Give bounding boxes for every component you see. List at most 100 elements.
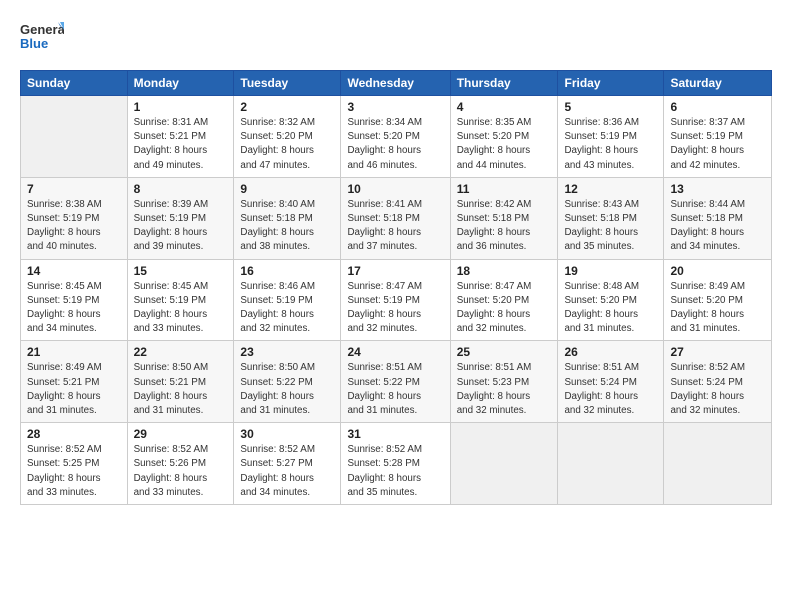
- svg-text:General: General: [20, 22, 64, 37]
- header-saturday: Saturday: [664, 71, 772, 96]
- calendar-week-5: 28Sunrise: 8:52 AM Sunset: 5:25 PM Dayli…: [21, 423, 772, 505]
- calendar-cell: 3 Sunrise: 8:34 AM Sunset: 5:20 PM Daylig…: [341, 96, 450, 178]
- calendar-cell: 20 Sunrise: 8:49 AM Sunset: 5:20 PM Dayli…: [664, 259, 772, 341]
- calendar-cell: 26Sunrise: 8:51 AM Sunset: 5:24 PM Dayli…: [558, 341, 664, 423]
- day-number: 31: [347, 427, 443, 441]
- day-info: Sunrise: 8:50 AM Sunset: 5:21 PM Dayligh…: [134, 361, 228, 418]
- calendar-cell: 11Sunrise: 8:42 AM Sunset: 5:18 PM Dayli…: [450, 177, 558, 259]
- day-info: Sunrise: 8:35 AM Sunset: 5:20 PM Dayligh…: [457, 116, 552, 173]
- day-info: Sunrise: 8:37 AM Sunset: 5:19 PM Dayligh…: [670, 116, 765, 173]
- header-sunday: Sunday: [21, 71, 128, 96]
- header-monday: Monday: [127, 71, 234, 96]
- calendar-week-1: 1Sunrise: 8:31 AM Sunset: 5:21 PM Daylig…: [21, 96, 772, 178]
- day-info: Sunrise: 8:42 AM Sunset: 5:18 PM Dayligh…: [457, 198, 552, 255]
- day-number: 4: [457, 100, 552, 114]
- day-info: Sunrise: 8:52 AM Sunset: 5:28 PM Dayligh…: [347, 443, 443, 500]
- calendar-cell: 27 Sunrise: 8:52 AM Sunset: 5:24 PM Dayli…: [664, 341, 772, 423]
- day-info: Sunrise: 8:32 AM Sunset: 5:20 PM Dayligh…: [240, 116, 334, 173]
- calendar-cell: 1Sunrise: 8:31 AM Sunset: 5:21 PM Daylig…: [127, 96, 234, 178]
- svg-text:Blue: Blue: [20, 36, 48, 51]
- day-number: 16: [240, 264, 334, 278]
- day-info: Sunrise: 8:47 AM Sunset: 5:19 PM Dayligh…: [347, 280, 443, 337]
- day-info: Sunrise: 8:31 AM Sunset: 5:21 PM Dayligh…: [134, 116, 228, 173]
- day-number: 20: [670, 264, 765, 278]
- day-number: 8: [134, 182, 228, 196]
- day-number: 29: [134, 427, 228, 441]
- day-info: Sunrise: 8:39 AM Sunset: 5:19 PM Dayligh…: [134, 198, 228, 255]
- calendar-cell: 14 Sunrise: 8:45 AM Sunset: 5:19 PM Dayli…: [21, 259, 128, 341]
- day-number: 10: [347, 182, 443, 196]
- calendar-cell: 24 Sunrise: 8:51 AM Sunset: 5:22 PM Dayli…: [341, 341, 450, 423]
- day-info: Sunrise: 8:34 AM Sunset: 5:20 PM Dayligh…: [347, 116, 443, 173]
- day-info: Sunrise: 8:36 AM Sunset: 5:19 PM Dayligh…: [564, 116, 657, 173]
- calendar-cell: 29 Sunrise: 8:52 AM Sunset: 5:26 PM Dayli…: [127, 423, 234, 505]
- calendar-cell: 15 Sunrise: 8:45 AM Sunset: 5:19 PM Dayli…: [127, 259, 234, 341]
- header-tuesday: Tuesday: [234, 71, 341, 96]
- day-number: 15: [134, 264, 228, 278]
- calendar-cell: 28Sunrise: 8:52 AM Sunset: 5:25 PM Dayli…: [21, 423, 128, 505]
- day-info: Sunrise: 8:41 AM Sunset: 5:18 PM Dayligh…: [347, 198, 443, 255]
- day-info: Sunrise: 8:52 AM Sunset: 5:25 PM Dayligh…: [27, 443, 121, 500]
- day-number: 24: [347, 345, 443, 359]
- day-number: 3: [347, 100, 443, 114]
- calendar-table: SundayMondayTuesdayWednesdayThursdayFrid…: [20, 70, 772, 505]
- calendar-cell: 17 Sunrise: 8:47 AM Sunset: 5:19 PM Dayli…: [341, 259, 450, 341]
- day-info: Sunrise: 8:52 AM Sunset: 5:24 PM Dayligh…: [670, 361, 765, 418]
- day-info: Sunrise: 8:49 AM Sunset: 5:21 PM Dayligh…: [27, 361, 121, 418]
- calendar-cell: 10 Sunrise: 8:41 AM Sunset: 5:18 PM Dayli…: [341, 177, 450, 259]
- day-number: 27: [670, 345, 765, 359]
- day-info: Sunrise: 8:48 AM Sunset: 5:20 PM Dayligh…: [564, 280, 657, 337]
- day-info: Sunrise: 8:40 AM Sunset: 5:18 PM Dayligh…: [240, 198, 334, 255]
- calendar-cell: 31 Sunrise: 8:52 AM Sunset: 5:28 PM Dayli…: [341, 423, 450, 505]
- calendar-cell: 16Sunrise: 8:46 AM Sunset: 5:19 PM Dayli…: [234, 259, 341, 341]
- header-thursday: Thursday: [450, 71, 558, 96]
- day-number: 19: [564, 264, 657, 278]
- calendar-cell: 6 Sunrise: 8:37 AM Sunset: 5:19 PM Daylig…: [664, 96, 772, 178]
- calendar-cell: 21Sunrise: 8:49 AM Sunset: 5:21 PM Dayli…: [21, 341, 128, 423]
- calendar-cell: 23Sunrise: 8:50 AM Sunset: 5:22 PM Dayli…: [234, 341, 341, 423]
- day-number: 26: [564, 345, 657, 359]
- day-number: 9: [240, 182, 334, 196]
- day-info: Sunrise: 8:49 AM Sunset: 5:20 PM Dayligh…: [670, 280, 765, 337]
- calendar-week-2: 7Sunrise: 8:38 AM Sunset: 5:19 PM Daylig…: [21, 177, 772, 259]
- day-info: Sunrise: 8:51 AM Sunset: 5:22 PM Dayligh…: [347, 361, 443, 418]
- calendar-header-row: SundayMondayTuesdayWednesdayThursdayFrid…: [21, 71, 772, 96]
- calendar-cell: 9 Sunrise: 8:40 AM Sunset: 5:18 PM Daylig…: [234, 177, 341, 259]
- logo-svg: GeneralBlue: [20, 18, 64, 60]
- day-number: 7: [27, 182, 121, 196]
- day-info: Sunrise: 8:45 AM Sunset: 5:19 PM Dayligh…: [27, 280, 121, 337]
- day-number: 17: [347, 264, 443, 278]
- calendar-cell: 5 Sunrise: 8:36 AM Sunset: 5:19 PM Daylig…: [558, 96, 664, 178]
- day-number: 5: [564, 100, 657, 114]
- day-info: Sunrise: 8:50 AM Sunset: 5:22 PM Dayligh…: [240, 361, 334, 418]
- day-number: 18: [457, 264, 552, 278]
- day-number: 25: [457, 345, 552, 359]
- header-friday: Friday: [558, 71, 664, 96]
- calendar-cell: [450, 423, 558, 505]
- day-number: 14: [27, 264, 121, 278]
- calendar-cell: 2 Sunrise: 8:32 AM Sunset: 5:20 PM Daylig…: [234, 96, 341, 178]
- day-info: Sunrise: 8:52 AM Sunset: 5:26 PM Dayligh…: [134, 443, 228, 500]
- header-wednesday: Wednesday: [341, 71, 450, 96]
- day-number: 6: [670, 100, 765, 114]
- calendar-cell: 18 Sunrise: 8:47 AM Sunset: 5:20 PM Dayli…: [450, 259, 558, 341]
- calendar-cell: 8 Sunrise: 8:39 AM Sunset: 5:19 PM Daylig…: [127, 177, 234, 259]
- calendar-cell: 13Sunrise: 8:44 AM Sunset: 5:18 PM Dayli…: [664, 177, 772, 259]
- calendar-cell: 4 Sunrise: 8:35 AM Sunset: 5:20 PM Daylig…: [450, 96, 558, 178]
- calendar-cell: 19 Sunrise: 8:48 AM Sunset: 5:20 PM Dayli…: [558, 259, 664, 341]
- day-info: Sunrise: 8:45 AM Sunset: 5:19 PM Dayligh…: [134, 280, 228, 337]
- day-number: 2: [240, 100, 334, 114]
- header: GeneralBlue: [20, 18, 772, 60]
- page: GeneralBlue SundayMondayTuesdayWednesday…: [0, 0, 792, 612]
- logo: GeneralBlue: [20, 18, 64, 60]
- calendar-cell: 12 Sunrise: 8:43 AM Sunset: 5:18 PM Dayli…: [558, 177, 664, 259]
- day-info: Sunrise: 8:44 AM Sunset: 5:18 PM Dayligh…: [670, 198, 765, 255]
- day-number: 12: [564, 182, 657, 196]
- calendar-cell: 25Sunrise: 8:51 AM Sunset: 5:23 PM Dayli…: [450, 341, 558, 423]
- day-number: 22: [134, 345, 228, 359]
- calendar-cell: 30Sunrise: 8:52 AM Sunset: 5:27 PM Dayli…: [234, 423, 341, 505]
- calendar-cell: [664, 423, 772, 505]
- day-info: Sunrise: 8:43 AM Sunset: 5:18 PM Dayligh…: [564, 198, 657, 255]
- calendar-cell: [21, 96, 128, 178]
- day-info: Sunrise: 8:47 AM Sunset: 5:20 PM Dayligh…: [457, 280, 552, 337]
